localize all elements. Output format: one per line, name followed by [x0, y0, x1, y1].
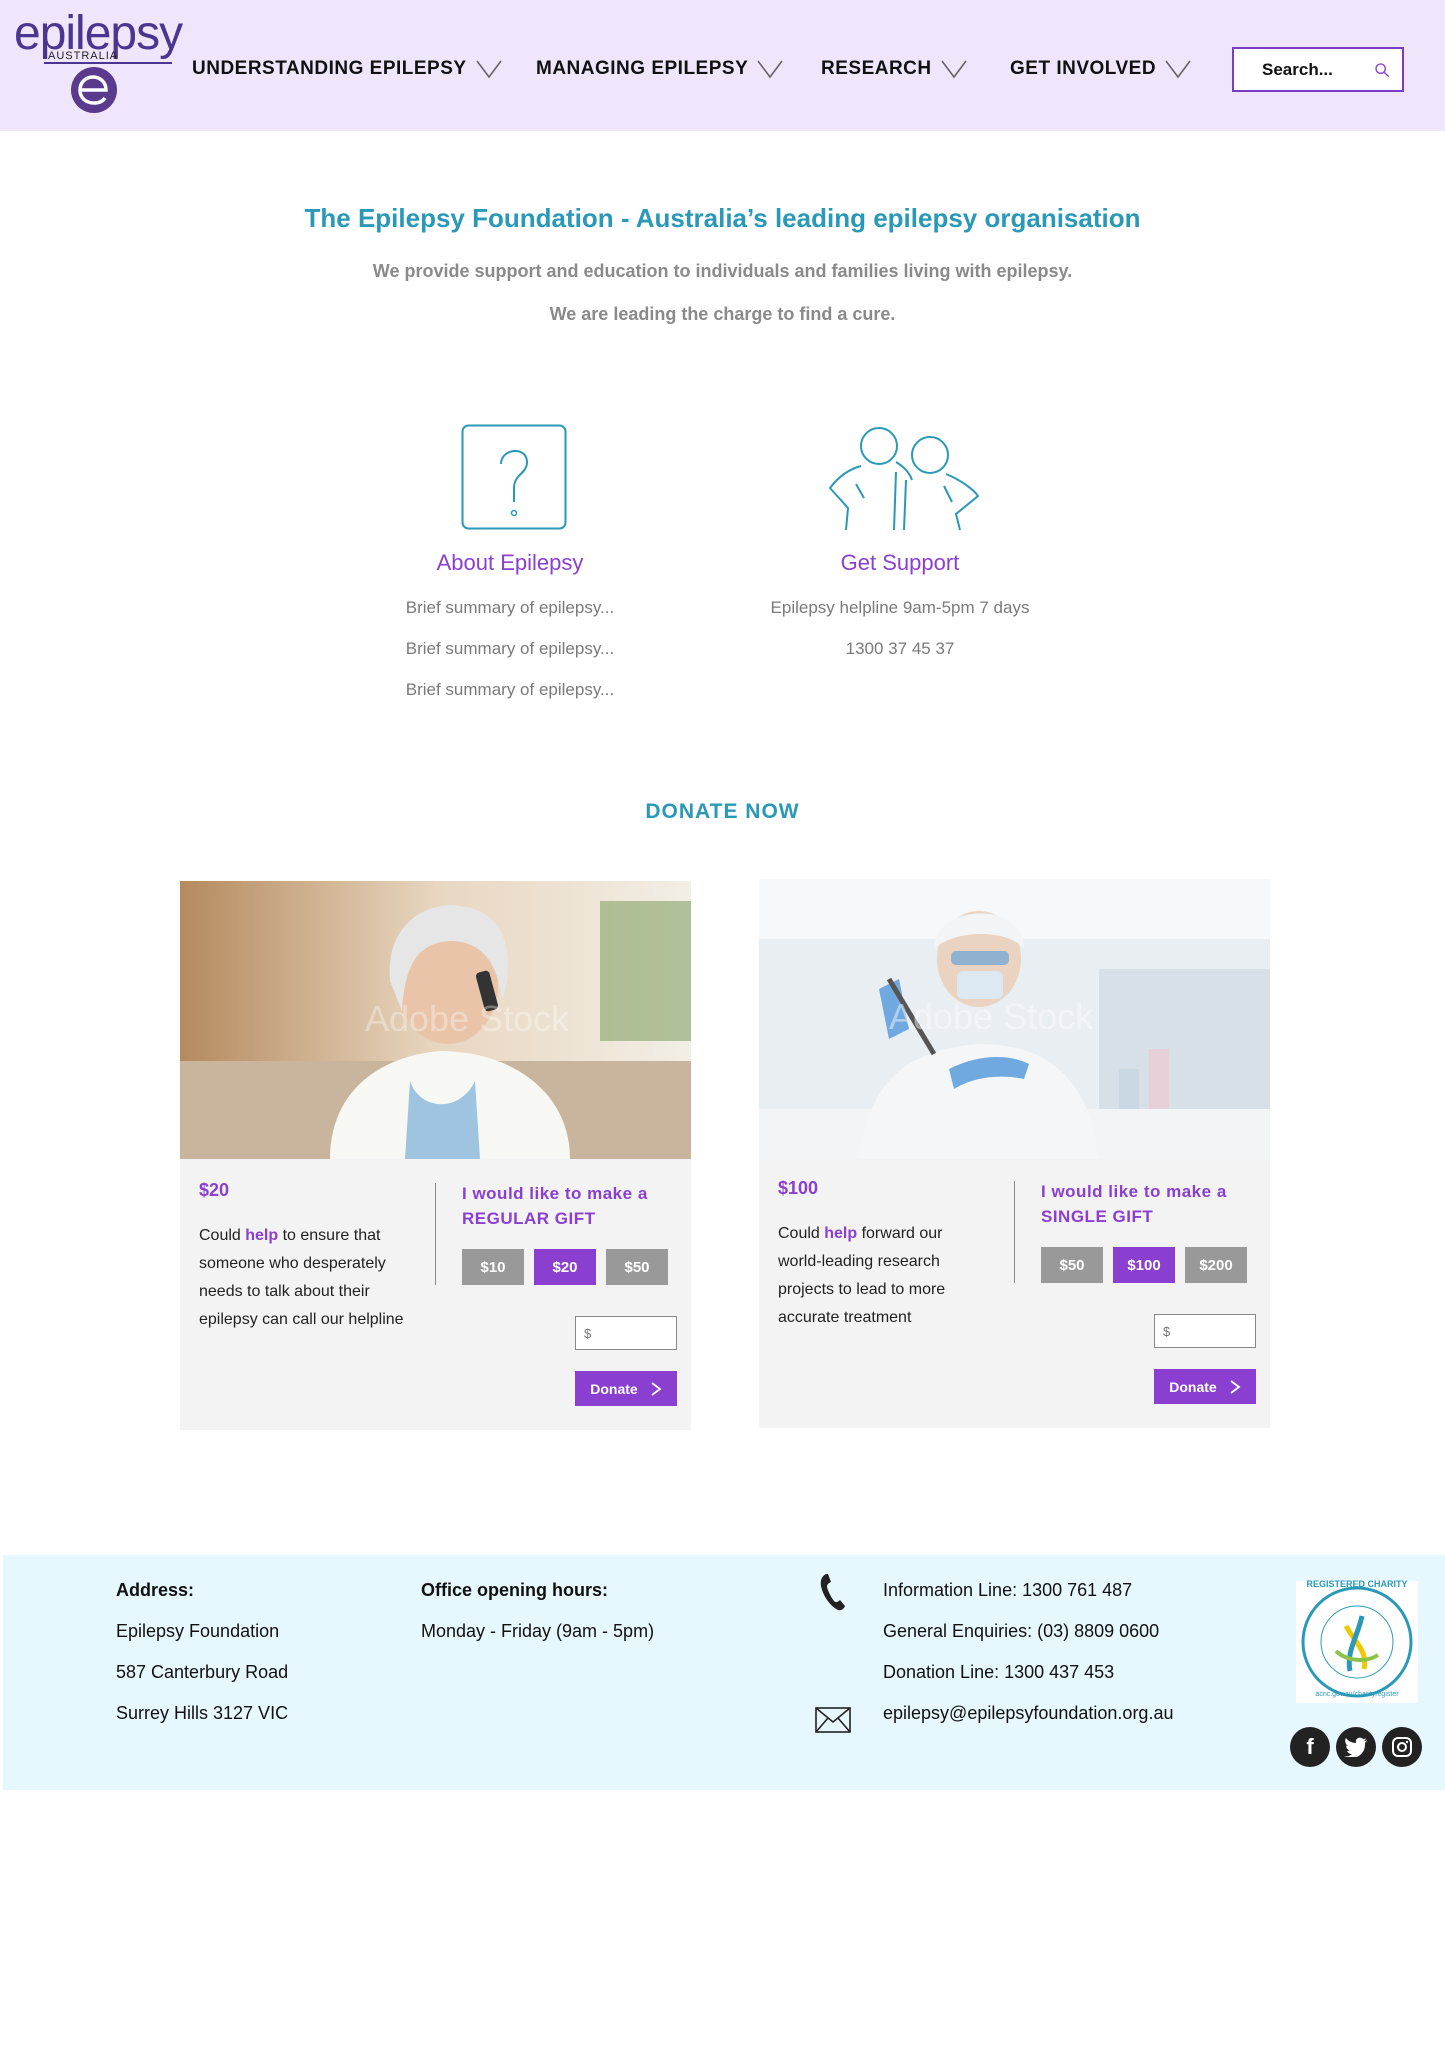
charity-badge-url: acnc.gov.au/charityregister	[1315, 1691, 1399, 1698]
nav-label: GET INVOLVED	[1010, 58, 1157, 79]
address-line: 587 Canterbury Road	[116, 1662, 289, 1682]
hours-label: Office opening hours:	[421, 1580, 608, 1600]
amount-option-button[interactable]: $200	[1185, 1247, 1247, 1283]
card-description: Could help forward our world-leading res…	[778, 1225, 946, 1326]
helpline-number: 1300 37 45 37	[845, 639, 955, 658]
chevron-down-icon	[940, 60, 967, 79]
email-icon	[815, 1707, 851, 1733]
chevron-down-icon	[1165, 60, 1191, 79]
nav-research[interactable]: RESEARCH	[821, 58, 968, 80]
address-label: Address:	[116, 1580, 195, 1600]
logo-e-icon	[71, 67, 117, 113]
help-link[interactable]: help	[245, 1227, 278, 1244]
about-epilepsy-line: Brief summary of epilepsy...	[405, 598, 615, 617]
woman-on-phone-image: Adobe Stock	[180, 881, 691, 1159]
search-box[interactable]	[1232, 47, 1404, 92]
logo-subtitle: AUSTRALIA	[48, 50, 119, 62]
general-enquiries[interactable]: General Enquiries: (03) 8809 0600	[883, 1621, 1159, 1642]
search-input[interactable]	[1260, 58, 1374, 81]
chevron-right-icon	[651, 1381, 662, 1396]
get-support-title[interactable]: Get Support	[770, 550, 1030, 576]
charity-seal-icon	[1301, 1586, 1413, 1698]
custom-amount-input[interactable]	[575, 1316, 677, 1350]
intro-line-2: We are leading the charge to find a cure…	[549, 304, 896, 324]
donate-button[interactable]: Donate	[575, 1371, 677, 1406]
donate-now-heading: DONATE NOW	[645, 800, 800, 823]
card-amount: $100	[778, 1178, 819, 1198]
donate-label: Donate	[590, 1380, 638, 1397]
intro-line-1: We provide support and education to indi…	[372, 261, 1073, 281]
logo-underline	[44, 62, 172, 64]
nav-label: RESEARCH	[821, 58, 932, 79]
donate-button[interactable]: Donate	[1154, 1369, 1256, 1404]
lab-scientist-image: Adobe Stock	[759, 879, 1270, 1159]
custom-amount-input[interactable]	[1154, 1314, 1256, 1348]
address-line: Epilepsy Foundation	[116, 1621, 280, 1641]
amount-option-button[interactable]: $50	[606, 1249, 668, 1285]
logo[interactable]: epilepsy AUSTRALIA	[0, 0, 183, 125]
twitter-icon[interactable]	[1336, 1727, 1376, 1767]
card-divider	[435, 1183, 436, 1285]
twitter-bird-icon	[1344, 1737, 1367, 1757]
amount-option-button[interactable]: $50	[1041, 1247, 1103, 1283]
nav-label: MANAGING EPILEPSY	[536, 58, 749, 79]
instagram-icon[interactable]	[1382, 1727, 1422, 1767]
facebook-icon[interactable]: f	[1290, 1727, 1330, 1767]
about-epilepsy-line: Brief summary of epilepsy...	[405, 680, 615, 699]
nav-understanding-epilepsy[interactable]: UNDERSTANDING EPILEPSY	[192, 58, 503, 80]
amount-option-button-selected[interactable]: $20	[534, 1249, 596, 1285]
email-link[interactable]: epilepsy@epilepsyfoundation.org.au	[883, 1703, 1173, 1724]
card-description: Could help to ensure that someone who de…	[199, 1227, 404, 1328]
watermark-text: Adobe Stock	[365, 998, 570, 1039]
chevron-down-icon	[475, 60, 502, 79]
donation-line[interactable]: Donation Line: 1300 437 453	[883, 1662, 1114, 1683]
phone-icon	[820, 1574, 845, 1611]
about-epilepsy-line: Brief summary of epilepsy...	[405, 639, 615, 658]
donate-label: Donate	[1169, 1378, 1217, 1395]
address-line: Surrey Hills 3127 VIC	[116, 1703, 289, 1723]
registered-charity-badge[interactable]: REGISTERED CHARITY acnc.gov.au/charityre…	[1296, 1579, 1418, 1703]
intro-title: The Epilepsy Foundation - Australia’s le…	[304, 203, 1141, 233]
amount-option-button[interactable]: $10	[462, 1249, 524, 1285]
card-divider	[1014, 1181, 1015, 1283]
information-line[interactable]: Information Line: 1300 761 487	[883, 1580, 1132, 1601]
watermark-text: Adobe Stock	[889, 996, 1094, 1037]
chevron-right-icon	[1230, 1379, 1241, 1394]
helpline-hours: Epilepsy helpline 9am-5pm 7 days	[770, 598, 1030, 617]
nav-managing-epilepsy[interactable]: MANAGING EPILEPSY	[536, 58, 784, 80]
about-epilepsy-title[interactable]: About Epilepsy	[380, 550, 640, 576]
facebook-glyph: f	[1306, 1734, 1314, 1759]
search-icon[interactable]	[1374, 58, 1390, 82]
hours-value: Monday - Friday (9am - 5pm)	[421, 1621, 655, 1641]
support-people-icon[interactable]	[826, 424, 982, 532]
nav-label: UNDERSTANDING EPILEPSY	[192, 58, 467, 79]
gift-type-title: I would like to make a SINGLE GIFT	[1041, 1182, 1227, 1226]
nav-get-involved[interactable]: GET INVOLVED	[1010, 58, 1192, 80]
help-link[interactable]: help	[824, 1225, 857, 1242]
question-icon[interactable]	[461, 424, 567, 530]
card-amount: $20	[199, 1180, 230, 1200]
instagram-camera-icon	[1392, 1737, 1412, 1757]
amount-option-button-selected[interactable]: $100	[1113, 1247, 1175, 1283]
chevron-down-icon	[757, 60, 783, 79]
gift-type-title: I would like to make a REGULAR GIFT	[462, 1184, 648, 1228]
charity-badge-title: REGISTERED CHARITY	[1306, 1579, 1408, 1589]
